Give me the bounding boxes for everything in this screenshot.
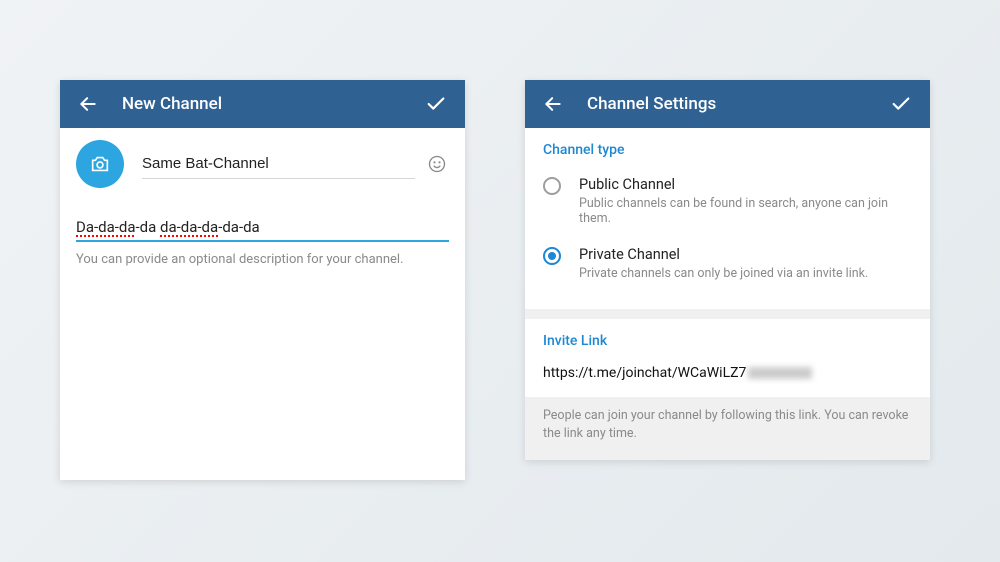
description-hint: You can provide an optional description … xyxy=(76,252,449,267)
private-channel-option[interactable]: Private Channel Private channels can onl… xyxy=(543,240,912,295)
confirm-button[interactable] xyxy=(421,89,451,119)
description-text-part: -da-da xyxy=(218,218,260,236)
invite-link-value[interactable]: https://t.me/joinchat/WCaWiLZ7 xyxy=(543,361,912,385)
invite-link-section: Invite Link https://t.me/joinchat/WCaWiL… xyxy=(525,319,930,397)
back-button[interactable] xyxy=(74,90,102,118)
radio-icon xyxy=(543,247,561,265)
invite-link-hint: People can join your channel by followin… xyxy=(525,397,930,452)
radio-icon xyxy=(543,177,561,195)
header-bar: New Channel xyxy=(60,80,465,128)
description-input[interactable]: Da-da-da-da da-da-da-da-da xyxy=(76,216,449,242)
public-channel-option[interactable]: Public Channel Public channels can be fo… xyxy=(543,170,912,240)
section-title: Invite Link xyxy=(543,333,912,349)
channel-name-row xyxy=(60,128,465,198)
description-text-part: Da-da-da xyxy=(76,218,136,237)
emoji-button[interactable] xyxy=(425,152,449,176)
channel-settings-panel: Channel Settings Channel type Public Cha… xyxy=(525,80,930,460)
channel-name-input[interactable] xyxy=(142,149,415,179)
description-text-part: -da xyxy=(136,218,161,236)
smile-icon xyxy=(427,154,447,174)
header-bar: Channel Settings xyxy=(525,80,930,128)
new-channel-panel: New Channel Da-da-da-da da-da-da-da-da Y… xyxy=(60,80,465,480)
redacted-text xyxy=(748,367,812,379)
description-block: Da-da-da-da da-da-da-da-da You can provi… xyxy=(60,198,465,267)
description-text-part: da-da-da xyxy=(160,218,218,237)
option-label: Private Channel xyxy=(579,246,868,263)
section-divider xyxy=(525,309,930,319)
option-description: Private channels can only be joined via … xyxy=(579,266,868,281)
option-description: Public channels can be found in search, … xyxy=(579,196,912,226)
confirm-button[interactable] xyxy=(886,89,916,119)
channel-type-section: Channel type Public Channel Public chann… xyxy=(525,128,930,309)
back-button[interactable] xyxy=(539,90,567,118)
camera-icon xyxy=(89,153,111,175)
section-title: Channel type xyxy=(543,142,912,158)
header-title: New Channel xyxy=(122,94,421,114)
option-label: Public Channel xyxy=(579,176,912,193)
header-title: Channel Settings xyxy=(587,94,886,114)
invite-link-text: https://t.me/joinchat/WCaWiLZ7 xyxy=(543,365,746,381)
channel-photo-button[interactable] xyxy=(76,140,124,188)
